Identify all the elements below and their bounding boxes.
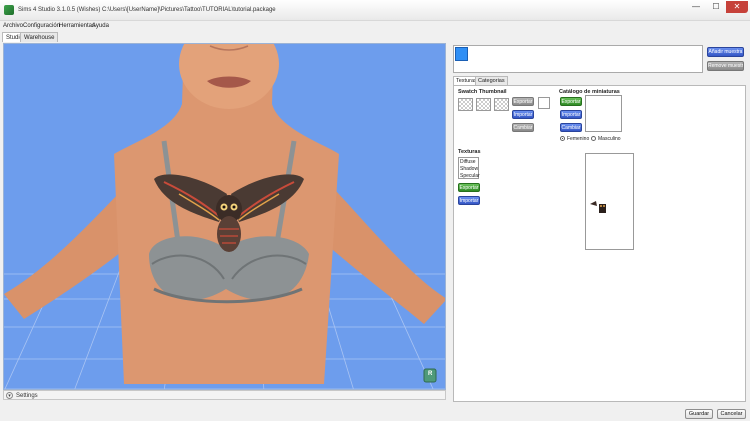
tattoo-preview-icon xyxy=(590,201,606,213)
thumbnail-export-button[interactable]: Exportar xyxy=(512,97,534,106)
window-title: Sims 4 Studio 3.1.0.5 (Wishes) C:\Users\… xyxy=(18,7,276,13)
texture-preview xyxy=(585,153,634,250)
camera-gizmo-label: R xyxy=(428,371,433,377)
title-bar: Sims 4 Studio 3.1.0.5 (Wishes) C:\Users\… xyxy=(0,0,750,21)
tab-categorias[interactable]: Categorias xyxy=(475,76,508,85)
thumbnail-slot-1[interactable] xyxy=(458,98,473,111)
thumbnail-slot-2[interactable] xyxy=(476,98,491,111)
gender-female-radio[interactable] xyxy=(560,136,565,141)
maximize-icon[interactable]: ☐ xyxy=(706,1,726,13)
gender-male-radio[interactable] xyxy=(591,136,596,141)
thumbnail-change-button[interactable]: Cambiar xyxy=(512,123,534,132)
chevron-down-icon[interactable]: ▾ xyxy=(6,392,13,399)
catalog-export-button[interactable]: Exportar xyxy=(560,97,582,106)
thumbnail-color-box[interactable] xyxy=(538,97,550,109)
menu-ayuda[interactable]: Ayuda xyxy=(92,23,109,29)
menu-herramientas[interactable]: Herramientas xyxy=(59,23,95,29)
texture-item-shadow[interactable]: Shadow xyxy=(460,166,478,172)
settings-label: Settings xyxy=(16,393,38,399)
swatch-thumbnail-label: Swatch Thumbnail xyxy=(458,89,507,95)
settings-bar[interactable]: ▾ Settings xyxy=(3,390,446,400)
viewport-scene xyxy=(4,44,445,389)
gender-female-label: Femenino xyxy=(567,136,590,142)
gender-male-label: Masculino xyxy=(598,136,621,142)
catalog-thumbnail-preview xyxy=(585,95,622,132)
add-swatch-button[interactable]: Añadir muestra xyxy=(707,47,744,57)
right-panel: Añadir muestra Remove muestra Texturas C… xyxy=(451,43,748,402)
app-icon xyxy=(4,5,14,15)
thumbnail-import-button[interactable]: Importar xyxy=(512,110,534,119)
save-button[interactable]: Guardar xyxy=(685,409,713,419)
model-viewport[interactable]: R xyxy=(3,43,446,390)
texture-item-diffuse[interactable]: Diffuse xyxy=(460,159,475,165)
texture-export-button[interactable]: Exportar xyxy=(458,183,480,192)
texture-item-specular[interactable]: Specular xyxy=(460,173,480,179)
textures-tab-page: Swatch Thumbnail Exportar Importar Cambi… xyxy=(453,85,746,402)
menu-bar: Archivo Configuración Herramientas Ayuda xyxy=(0,21,750,31)
catalog-change-button[interactable]: Cambiar xyxy=(560,123,582,132)
minimize-icon[interactable]: — xyxy=(686,1,706,13)
swatch-thumbnail[interactable] xyxy=(455,47,468,61)
texture-list[interactable]: Diffuse Shadow Specular xyxy=(458,157,480,179)
menu-archivo[interactable]: Archivo xyxy=(3,23,23,29)
thumbnail-slot-3[interactable] xyxy=(494,98,509,111)
catalog-import-button[interactable]: Importar xyxy=(560,110,582,119)
cancel-button[interactable]: Cancelar xyxy=(717,409,746,419)
close-icon[interactable]: ✕ xyxy=(726,1,748,13)
swatch-list[interactable] xyxy=(453,45,703,73)
textures-label: Texturas xyxy=(458,149,481,155)
menu-configuracion[interactable]: Configuración xyxy=(23,23,60,29)
tab-warehouse[interactable]: Warehouse xyxy=(20,32,59,42)
texture-import-button[interactable]: Importar xyxy=(458,196,480,205)
remove-swatch-button[interactable]: Remove muestra xyxy=(707,61,744,71)
